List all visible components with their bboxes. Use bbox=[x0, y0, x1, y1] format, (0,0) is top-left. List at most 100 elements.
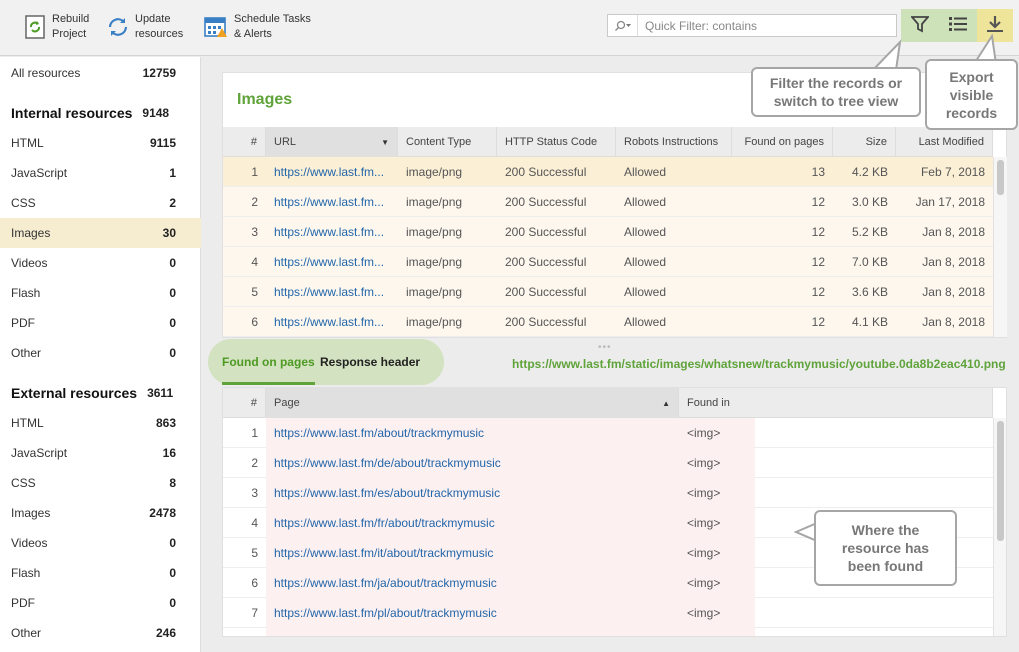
splitter-handle[interactable]: ••• bbox=[598, 342, 612, 353]
column-header-robots[interactable]: Robots Instructions bbox=[616, 127, 732, 157]
column-header-last-modified[interactable]: Last Modified bbox=[896, 127, 993, 157]
update-resources-button[interactable]: Update resources bbox=[105, 12, 183, 42]
column-header-number[interactable]: # bbox=[223, 127, 266, 157]
cell-url[interactable]: https://www.last.fm... bbox=[266, 217, 398, 247]
internal-resources-header[interactable]: Internal resources 9148 bbox=[0, 98, 201, 128]
schedule-icon bbox=[203, 13, 229, 41]
cell-number: 3 bbox=[251, 225, 258, 239]
tab-response-header[interactable]: Response header bbox=[320, 339, 420, 385]
table-header: # Page ▲ Found in bbox=[223, 388, 993, 418]
table-row[interactable]: 3 https://www.last.fm/es/about/trackmymu… bbox=[223, 478, 993, 508]
sidebar-item-internal-javascript[interactable]: JavaScript 1 bbox=[0, 158, 201, 188]
callout-pointer bbox=[871, 39, 902, 70]
sidebar-item-external-images[interactable]: Images 2478 bbox=[0, 498, 201, 528]
scrollbar-thumb[interactable] bbox=[997, 160, 1004, 195]
sidebar-item-count: 0 bbox=[169, 596, 176, 610]
sidebar-item-label: CSS bbox=[11, 476, 36, 490]
table-header: # URL ▼ Content Type HTTP Status Code Ro… bbox=[223, 127, 993, 157]
sidebar-item-external-flash[interactable]: Flash 0 bbox=[0, 558, 201, 588]
sidebar-item-external-css[interactable]: CSS 8 bbox=[0, 468, 201, 498]
callout-line: been found bbox=[847, 558, 924, 574]
sidebar-item-external-videos[interactable]: Videos 0 bbox=[0, 528, 201, 558]
cell-url[interactable]: https://www.last.fm... bbox=[266, 307, 398, 337]
sidebar-item-count: 0 bbox=[169, 316, 176, 330]
column-header-content-type[interactable]: Content Type bbox=[398, 127, 497, 157]
column-header-found-in[interactable]: Found in bbox=[679, 388, 993, 418]
cell-url[interactable]: https://www.last.fm... bbox=[266, 187, 398, 217]
rebuild-project-button[interactable]: Rebuild Project bbox=[22, 12, 89, 42]
table-row[interactable]: 2 https://www.last.fm/de/about/trackmymu… bbox=[223, 448, 993, 478]
selected-resource-url[interactable]: https://www.last.fm/static/images/whatsn… bbox=[512, 357, 1006, 371]
cell-found: 13 bbox=[811, 165, 825, 179]
cell-number: 6 bbox=[251, 576, 258, 590]
update-label-2: resources bbox=[135, 28, 184, 40]
table-row[interactable]: 7 https://www.last.fm/pl/about/trackmymu… bbox=[223, 598, 993, 628]
sidebar-item-count: 9115 bbox=[149, 136, 176, 150]
toolbar: Rebuild Project Update resources Schedule … bbox=[0, 0, 1019, 56]
cell-page[interactable]: https://www.last.fm/about/trackmymusic bbox=[266, 418, 679, 448]
scrollbar-thumb[interactable] bbox=[997, 421, 1004, 541]
sidebar-item-internal-css[interactable]: CSS 2 bbox=[0, 188, 201, 218]
sidebar-item-internal-images[interactable]: Images 30 bbox=[0, 218, 201, 248]
schedule-label-1: Schedule Tasks bbox=[234, 13, 311, 25]
sidebar-item-external-other[interactable]: Other 246 bbox=[0, 618, 201, 648]
table-row[interactable]: 6 https://www.last.fm... image/png 200 S… bbox=[223, 307, 993, 337]
cell-found-in: <img> bbox=[679, 538, 755, 568]
cell-page[interactable]: https://www.last.fm/ja/about/trackmymusi… bbox=[266, 568, 679, 598]
cell-page[interactable]: https://www.last.fm/de/about/trackmymusi… bbox=[266, 448, 679, 478]
quick-filter-input[interactable] bbox=[638, 16, 896, 35]
cell-number: 2 bbox=[251, 456, 258, 470]
sidebar-item-internal-flash[interactable]: Flash 0 bbox=[0, 278, 201, 308]
sidebar-item-count: 12759 bbox=[142, 66, 176, 80]
table-row[interactable]: 4 https://www.last.fm... image/png 200 S… bbox=[223, 247, 993, 277]
cell-page[interactable]: https://www.last.fm/pl/about/trackmymusi… bbox=[266, 598, 679, 628]
cell-number: 1 bbox=[251, 165, 258, 179]
column-header-url[interactable]: URL ▼ bbox=[266, 127, 398, 157]
cell-modified: Jan 17, 2018 bbox=[915, 195, 985, 209]
column-header-number[interactable]: # bbox=[223, 388, 266, 418]
cell-size: 7.0 KB bbox=[851, 255, 888, 269]
sidebar-item-internal-videos[interactable]: Videos 0 bbox=[0, 248, 201, 278]
column-header-found-on-pages[interactable]: Found on pages bbox=[732, 127, 833, 157]
sidebar-item-external-pdf[interactable]: PDF 0 bbox=[0, 588, 201, 618]
tab-found-on-pages[interactable]: Found on pages bbox=[222, 339, 315, 385]
cell-page[interactable]: https://www.last.fm/fr/about/trackmymusi… bbox=[266, 508, 679, 538]
cell-url[interactable]: https://www.last.fm... bbox=[266, 277, 398, 307]
cell-found: 12 bbox=[811, 255, 825, 269]
sidebar-item-label: PDF bbox=[11, 316, 35, 330]
table-row[interactable]: 5 https://www.last.fm... image/png 200 S… bbox=[223, 277, 993, 307]
section-title: External resources bbox=[11, 385, 138, 401]
table-row[interactable]: 1 https://www.last.fm... image/png 200 S… bbox=[223, 157, 993, 187]
table-row[interactable]: 3 https://www.last.fm... image/png 200 S… bbox=[223, 217, 993, 247]
cell-page[interactable]: https://www.last.fm/es/about/trackmymusi… bbox=[266, 478, 679, 508]
callout-line: Export bbox=[949, 68, 994, 85]
cell-page[interactable]: https://www.last.fm/it/about/trackmymusi… bbox=[266, 538, 679, 568]
cell-url[interactable]: https://www.last.fm... bbox=[266, 247, 398, 277]
schedule-tasks-button[interactable]: Schedule Tasks & Alerts bbox=[203, 12, 311, 42]
sidebar-item-all-resources[interactable]: All resources 12759 bbox=[0, 58, 201, 88]
sidebar-item-internal-pdf[interactable]: PDF 0 bbox=[0, 308, 201, 338]
sidebar-item-external-javascript[interactable]: JavaScript 16 bbox=[0, 438, 201, 468]
column-header-page[interactable]: Page ▲ bbox=[266, 388, 679, 418]
schedule-label-2: & Alerts bbox=[234, 28, 272, 40]
cell-number: 6 bbox=[251, 315, 258, 329]
sidebar-item-internal-html[interactable]: HTML 9115 bbox=[0, 128, 201, 158]
scrollbar[interactable] bbox=[993, 418, 1006, 636]
quick-filter bbox=[607, 14, 897, 37]
sidebar-item-internal-other[interactable]: Other 0 bbox=[0, 338, 201, 368]
rebuild-label-1: Rebuild bbox=[52, 13, 90, 25]
search-icon[interactable] bbox=[608, 15, 638, 36]
external-resources-header[interactable]: External resources 3611 bbox=[0, 378, 201, 408]
sidebar-item-count: 0 bbox=[169, 286, 176, 300]
cell-url[interactable]: https://www.last.fm... bbox=[266, 157, 398, 187]
column-header-http-status[interactable]: HTTP Status Code bbox=[497, 127, 616, 157]
scrollbar[interactable] bbox=[993, 157, 1007, 337]
table-row[interactable]: 2 https://www.last.fm... image/png 200 S… bbox=[223, 187, 993, 217]
table-row[interactable]: 1 https://www.last.fm/about/trackmymusic… bbox=[223, 418, 993, 448]
sidebar-item-count: 1 bbox=[169, 166, 176, 180]
column-header-size[interactable]: Size bbox=[833, 127, 896, 157]
cell-size: 4.1 KB bbox=[851, 315, 888, 329]
column-header-label: Page bbox=[274, 397, 300, 409]
sidebar-item-external-html[interactable]: HTML 863 bbox=[0, 408, 201, 438]
cell-number: 1 bbox=[251, 426, 258, 440]
